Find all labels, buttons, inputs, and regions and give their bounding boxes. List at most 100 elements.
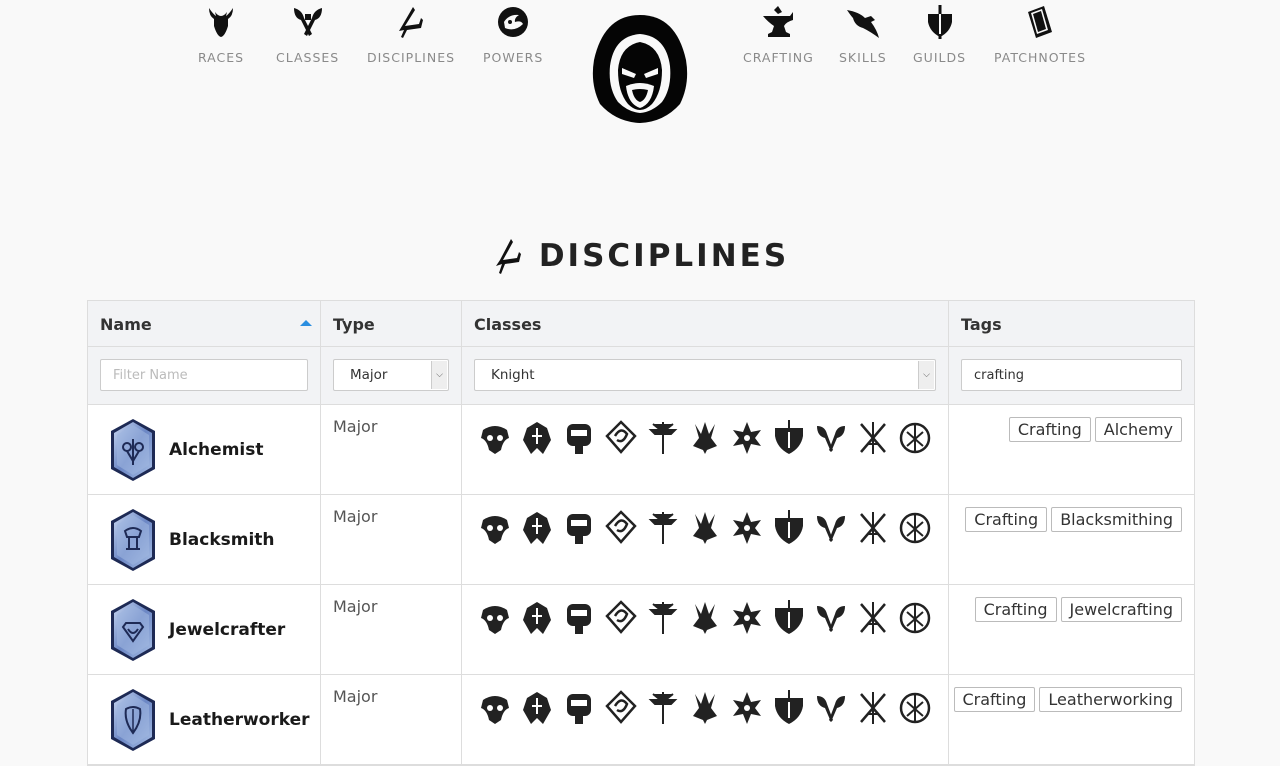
nav-item-guilds[interactable]: GUILDS <box>913 4 966 65</box>
name-cell: Jewelcrafter <box>88 585 321 674</box>
tag-badge[interactable]: Crafting <box>965 507 1048 532</box>
nav-label: GUILDS <box>913 50 967 65</box>
tag-badge[interactable]: Jewelcrafting <box>1060 597 1182 622</box>
nav-item-skills[interactable]: SKILLS <box>839 4 887 65</box>
tag-badge[interactable]: Blacksmithing <box>1051 507 1182 532</box>
select-value: Major <box>350 367 388 383</box>
disciplines-rune-icon <box>495 239 521 274</box>
table-row[interactable]: Jewelcrafter Major Crafting Jewelcrafting <box>88 585 1194 675</box>
shield-class-icon <box>775 420 803 454</box>
select-value: Knight <box>491 367 535 383</box>
column-header-label: Tags <box>961 315 1002 334</box>
column-header-classes[interactable]: Classes <box>462 301 949 346</box>
nav-item-crafting[interactable]: CRAFTING <box>743 4 814 65</box>
classes-filter-cell: Knight ⌵ <box>462 347 949 404</box>
spiral-class-icon <box>605 690 637 724</box>
table-body: Alchemist Major Crafting Alchemy Blacksmith M… <box>88 405 1194 765</box>
type-cell: Major <box>321 585 462 674</box>
column-header-label: Name <box>100 315 152 334</box>
axes-class-icon <box>817 696 845 722</box>
powers-emblem-icon <box>498 7 529 37</box>
axes-class-icon <box>817 516 845 542</box>
hooded-figure-logo[interactable] <box>586 12 694 124</box>
horns-class-icon <box>693 692 717 724</box>
nav-label: PATCHNOTES <box>994 50 1087 65</box>
horns-class-icon <box>693 512 717 544</box>
nav-label: CRAFTING <box>743 50 814 65</box>
column-header-name[interactable]: Name <box>88 301 321 346</box>
nav-item-disciplines[interactable]: DISCIPLINES <box>367 4 455 65</box>
discipline-gem-icon <box>111 418 155 481</box>
type-cell: Major <box>321 495 462 584</box>
discipline-name[interactable]: Jewelcrafter <box>169 620 285 640</box>
page-title-text: DISCIPLINES <box>538 238 790 274</box>
nav-item-classes[interactable]: CLASSES <box>276 4 339 65</box>
crossed-axes-icon <box>293 8 322 36</box>
classes-cell <box>462 405 949 494</box>
spiral-class-icon <box>605 600 637 634</box>
classes-cell <box>462 495 949 584</box>
chevron-down-icon: ⌵ <box>431 361 447 389</box>
top-nav: RACES CLASSES DISCIPLINES POWERS CRAFTIN… <box>0 0 1280 130</box>
column-header-tags[interactable]: Tags <box>949 301 1194 346</box>
type-filter-cell: Major ⌵ <box>321 347 462 404</box>
table-header-row: Name Type Classes Tags <box>88 301 1194 347</box>
cards-icon <box>1028 6 1052 38</box>
type-filter-select[interactable]: Major ⌵ <box>333 359 449 391</box>
tags-filter-cell <box>949 347 1194 404</box>
skull-class-icon <box>481 516 509 544</box>
goat-icon <box>209 8 234 37</box>
helm-class-icon <box>523 692 551 724</box>
staff-class-icon <box>648 512 678 544</box>
nav-label: POWERS <box>483 50 544 65</box>
table-row[interactable]: Leatherworker Major Crafting Leatherworking <box>88 675 1194 765</box>
shield-sword-icon <box>927 5 952 39</box>
tiki-class-icon <box>567 514 591 544</box>
column-header-type[interactable]: Type <box>321 301 462 346</box>
table-filter-row: Major ⌵ Knight ⌵ <box>88 347 1194 405</box>
name-filter-cell <box>88 347 321 404</box>
discipline-name[interactable]: Alchemist <box>169 440 263 460</box>
tags-filter-input[interactable] <box>961 359 1182 391</box>
staff-class-icon <box>648 422 678 454</box>
nav-item-races[interactable]: RACES <box>198 4 244 65</box>
circle-rune-class-icon <box>899 602 931 634</box>
name-filter-input[interactable] <box>100 359 308 391</box>
horns-class-icon <box>693 602 717 634</box>
tag-badge[interactable]: Leatherworking <box>1039 687 1182 712</box>
sort-ascending-icon <box>300 320 312 326</box>
star-class-icon <box>733 422 761 454</box>
staff-class-icon <box>648 692 678 724</box>
tag-badge[interactable]: Crafting <box>974 597 1057 622</box>
tag-badge[interactable]: Crafting <box>953 687 1036 712</box>
tag-badge[interactable]: Crafting <box>1008 417 1091 442</box>
nav-label: SKILLS <box>839 50 887 65</box>
shield-class-icon <box>775 510 803 544</box>
crossed-spears-class-icon <box>860 512 886 544</box>
staff-class-icon <box>648 602 678 634</box>
axes-class-icon <box>817 426 845 452</box>
horns-class-icon <box>693 422 717 454</box>
tag-badge[interactable]: Alchemy <box>1094 417 1182 442</box>
shield-class-icon <box>775 600 803 634</box>
nav-label: CLASSES <box>276 50 340 65</box>
chevron-down-icon: ⌵ <box>918 361 934 389</box>
table-row[interactable]: Alchemist Major Crafting Alchemy <box>88 405 1194 495</box>
spiral-class-icon <box>605 420 637 454</box>
classes-filter-select[interactable]: Knight ⌵ <box>474 359 936 391</box>
tags-cell: Crafting Alchemy <box>949 405 1194 494</box>
tiki-class-icon <box>567 694 591 724</box>
classes-cell <box>462 585 949 674</box>
name-cell: Blacksmith <box>88 495 321 584</box>
disciplines-table: Name Type Classes Tags Major ⌵ Knight ⌵ <box>87 300 1195 766</box>
nav-label: DISCIPLINES <box>367 50 456 65</box>
raven-icon <box>846 10 879 38</box>
discipline-name[interactable]: Blacksmith <box>169 530 275 550</box>
nav-item-powers[interactable]: POWERS <box>483 4 543 65</box>
column-header-label: Classes <box>474 315 542 334</box>
table-row[interactable]: Blacksmith Major Crafting Blacksmithing <box>88 495 1194 585</box>
nav-item-patchnotes[interactable]: PATCHNOTES <box>994 4 1086 65</box>
nav-label: RACES <box>198 50 245 65</box>
column-header-label: Type <box>333 315 375 334</box>
circle-rune-class-icon <box>899 512 931 544</box>
